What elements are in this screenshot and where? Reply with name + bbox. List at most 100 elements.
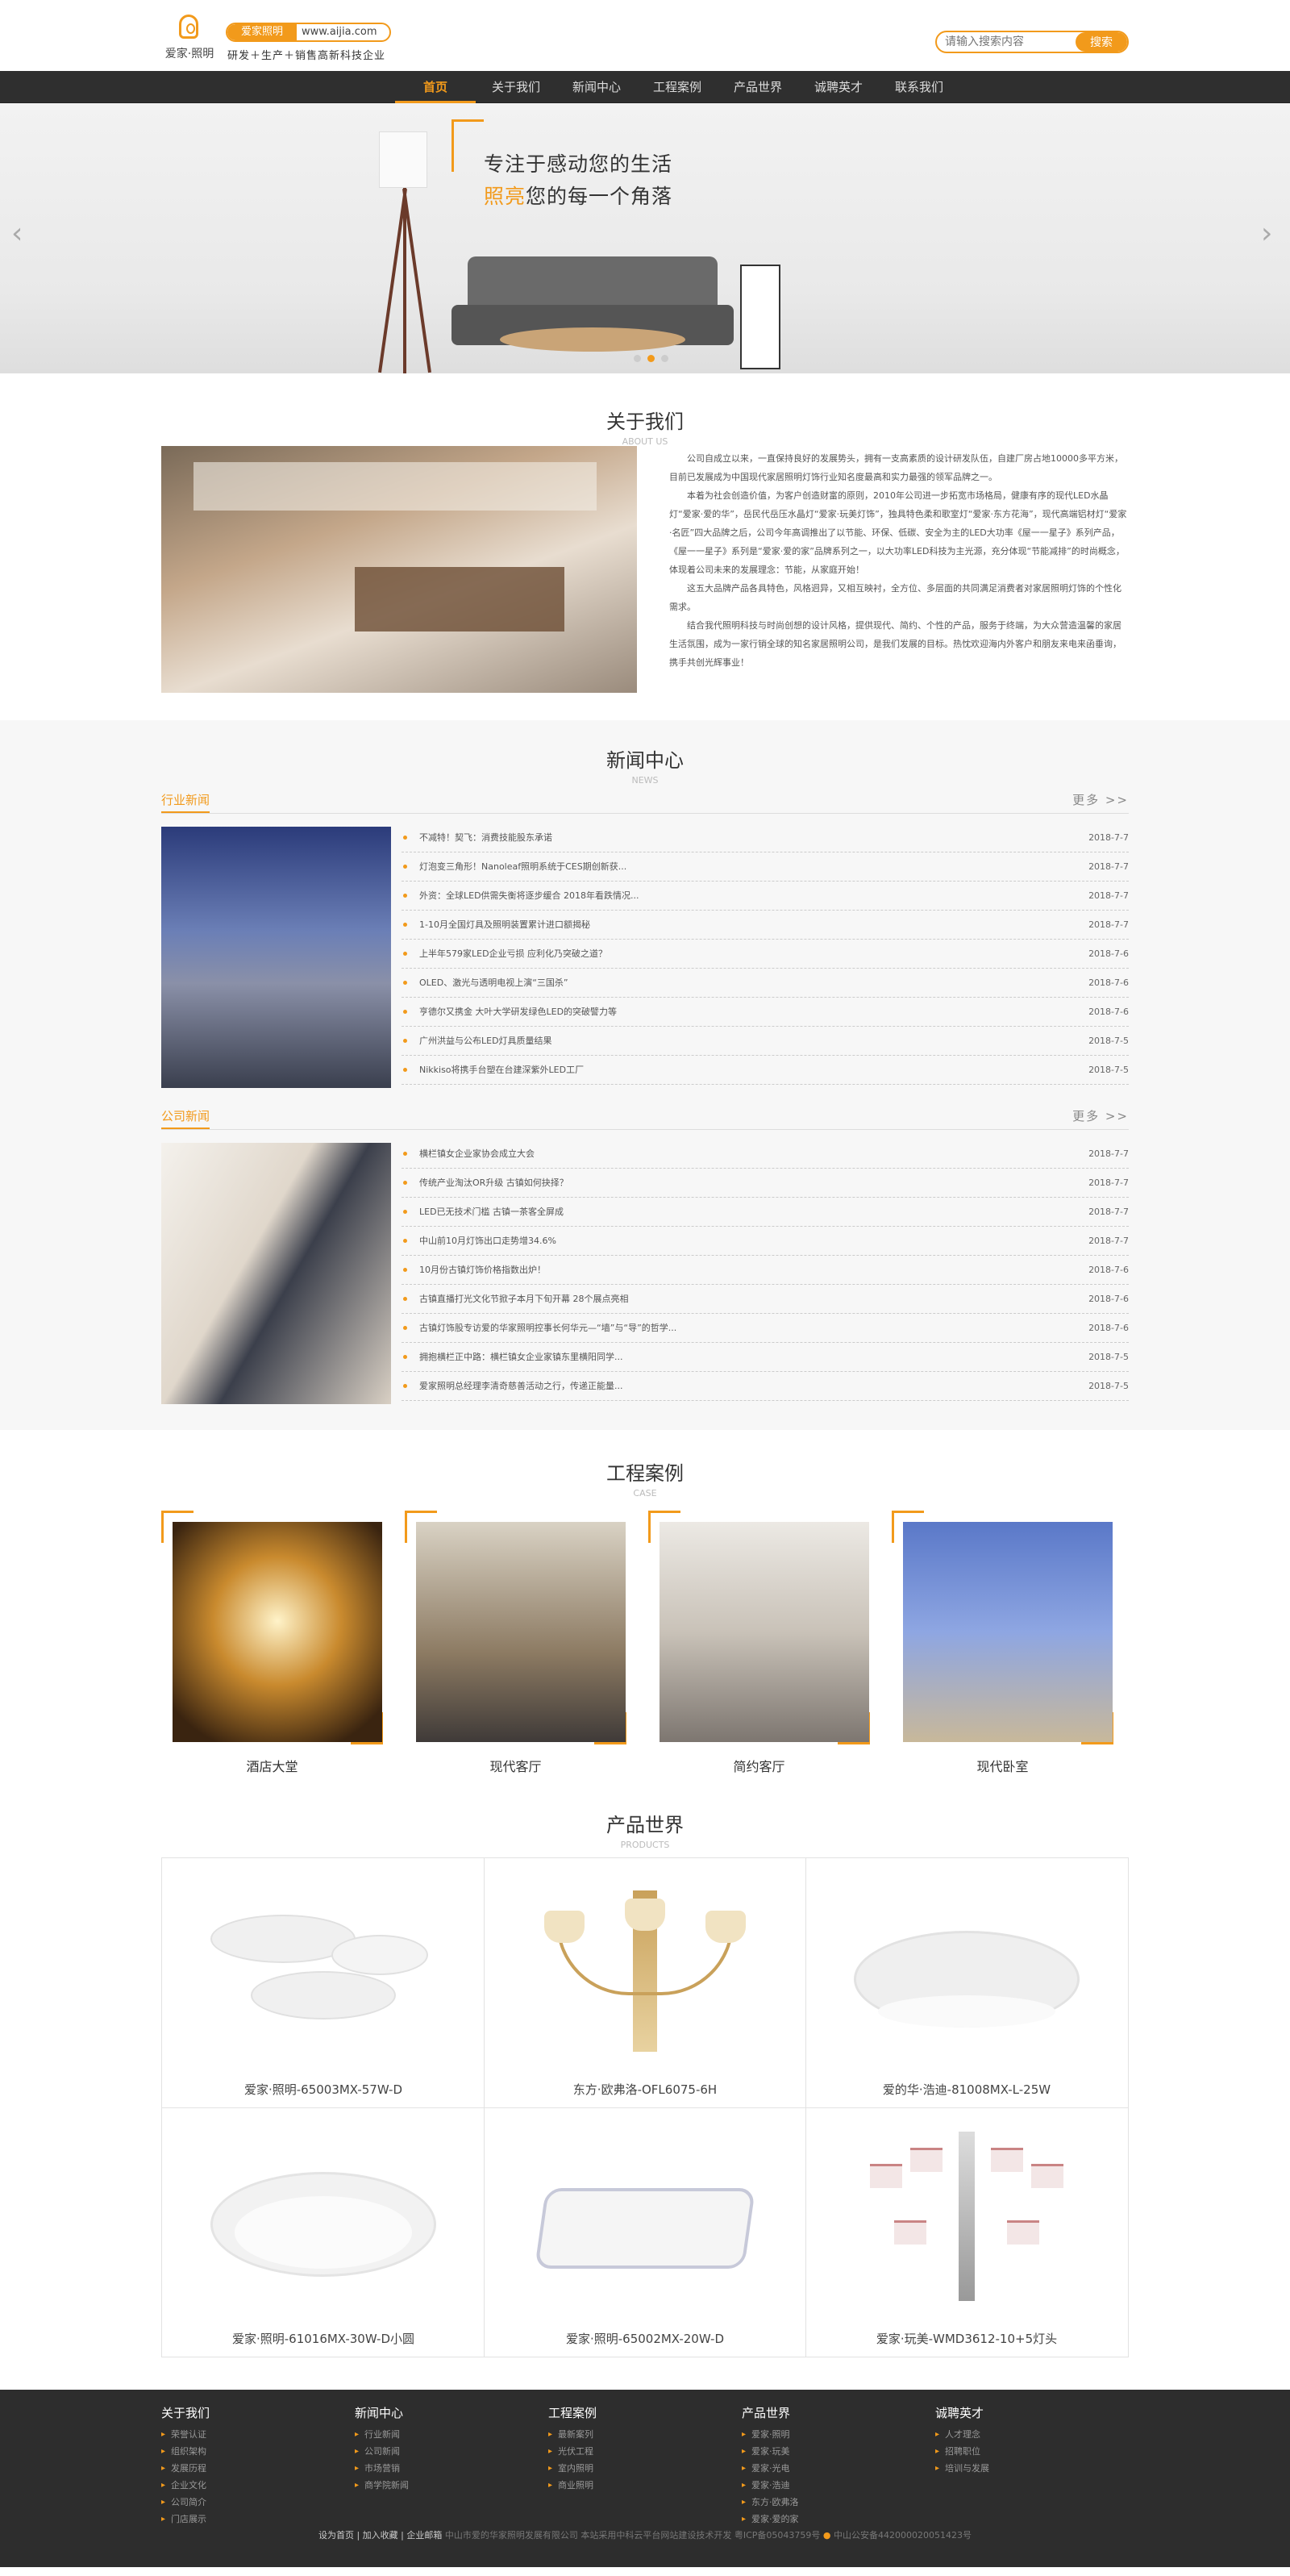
news-date: 2018-7-6 — [1088, 948, 1129, 959]
footer-column-title[interactable]: 新闻中心 — [355, 2404, 516, 2421]
news-item[interactable]: LED已无技术门槛 古镇一茶客全屏成 2018-7-7 — [402, 1198, 1129, 1227]
company-news-list: 横栏镇女企业家协会成立大会 2018-7-7 传统产业淘汰OR升级 古镇如何抉择？ 2… — [402, 1140, 1129, 1401]
footer-column-title[interactable]: 产品世界 — [742, 2404, 903, 2421]
news-item[interactable]: OLED、激光与透明电视上演“三国杀” 2018-7-6 — [402, 969, 1129, 998]
tab-industry-news[interactable]: 行业新闻 — [161, 791, 210, 813]
square-ceiling-light-image — [524, 2132, 766, 2317]
news-item[interactable]: 不减特！契飞：消费技能股东承诺 2018-7-7 — [402, 823, 1129, 852]
news-item[interactable]: 亨德尔又携金 大叶大学研发绿色LED的突破譬力等 2018-7-6 — [402, 998, 1129, 1027]
footer-link[interactable]: 组织架构 — [161, 2443, 322, 2460]
section-title: 工程案例 — [606, 1462, 684, 1485]
case-caption: 现代客厅 — [489, 1759, 542, 1774]
prev-arrow-icon[interactable]: ‹ — [11, 219, 29, 248]
product-card[interactable]: 爱的华·浩迪-81008MX-L-25W — [805, 1858, 1128, 2108]
news-item[interactable]: 上半年579家LED企业亏损 应利化乃突破之道？ 2018-7-6 — [402, 940, 1129, 969]
footer-link[interactable]: 公司新闻 — [355, 2443, 516, 2460]
search-box: 搜索 — [935, 31, 1129, 53]
footer-link[interactable]: 市场营销 — [355, 2460, 516, 2477]
more-link[interactable]: 更多 >> — [1072, 791, 1129, 808]
product-card[interactable]: 爱家·照明-61016MX-30W-D小圆 — [162, 2107, 485, 2357]
slider-dot[interactable] — [634, 355, 641, 362]
news-item[interactable]: 爱家照明总经理李清奇慈善活动之行，传递正能量... 2018-7-5 — [402, 1372, 1129, 1401]
slider-dot[interactable] — [661, 355, 668, 362]
footer-column-title[interactable]: 诚聘英才 — [935, 2404, 1096, 2421]
footer-link[interactable]: 发展历程 — [161, 2460, 322, 2477]
footer-link[interactable]: 光伏工程 — [548, 2443, 710, 2460]
search-button[interactable]: 搜索 — [1076, 32, 1127, 52]
next-arrow-icon[interactable]: › — [1261, 219, 1279, 248]
footer-link[interactable]: 商学院新闻 — [355, 2477, 516, 2494]
case-card[interactable]: 酒店大堂 — [161, 1511, 383, 1785]
slider-dot-active[interactable] — [647, 355, 655, 362]
footer-link[interactable]: 爱家·照明 — [742, 2426, 903, 2443]
news-heading: 新闻中心 NEWS — [161, 720, 1129, 786]
news-item[interactable]: 10月份古镇灯饰价格指数出炉！ 2018-7-6 — [402, 1256, 1129, 1285]
footer-link[interactable]: 荣誉认证 — [161, 2426, 322, 2443]
footer-link[interactable]: 商业照明 — [548, 2477, 710, 2494]
news-title: Nikkiso将携手台塑在台建深紫外LED工厂 — [419, 1065, 585, 1075]
footer-link[interactable]: 公司简介 — [161, 2494, 322, 2511]
news-item[interactable]: 古镇直播打光文化节掀子本月下旬开幕 28个展点亮相 2018-7-6 — [402, 1285, 1129, 1314]
news-date: 2018-7-7 — [1088, 919, 1129, 930]
news-item[interactable]: 中山前10月灯饰出口走势增34.6% 2018-7-7 — [402, 1227, 1129, 1256]
footer-link[interactable]: 人才理念 — [935, 2426, 1096, 2443]
case-card[interactable]: 现代客厅 — [405, 1511, 626, 1785]
footer-link[interactable]: 门店展示 — [161, 2511, 322, 2528]
product-grid: 爱家·照明-65003MX-57W-D 东方·欧弗洛-OFL6075-6H 爱的… — [161, 1857, 1129, 2357]
product-card[interactable]: 东方·欧弗洛-OFL6075-6H — [484, 1858, 806, 2108]
badge-label: 爱家照明 — [227, 24, 297, 40]
nav-products[interactable]: 产品世界 — [718, 71, 798, 103]
product-card[interactable]: 爱家·照明-65003MX-57W-D — [162, 1858, 485, 2108]
case-card[interactable]: 简约客厅 — [648, 1511, 870, 1785]
nav-contact[interactable]: 联系我们 — [879, 71, 959, 103]
footer-link[interactable]: 爱家·浩迪 — [742, 2477, 903, 2494]
case-photo — [173, 1522, 382, 1742]
footer-link[interactable]: 培训与发展 — [935, 2460, 1096, 2477]
search-input[interactable] — [945, 34, 1074, 50]
footer-column-title[interactable]: 关于我们 — [161, 2404, 322, 2421]
news-item[interactable]: 外资：全球LED供需失衡将逐步缓合 2018年看跌情况... 2018-7-7 — [402, 882, 1129, 911]
footer-link[interactable]: 企业文化 — [161, 2477, 322, 2494]
footer-column-title[interactable]: 工程案例 — [548, 2404, 710, 2421]
footer-link[interactable]: 东方·欧弗洛 — [742, 2494, 903, 2511]
logo[interactable]: 爱家·照明 — [161, 13, 218, 63]
product-card[interactable]: 爱家·照明-65002MX-20W-D — [484, 2107, 806, 2357]
footer-link[interactable]: 爱家·光电 — [742, 2460, 903, 2477]
news-item[interactable]: 1-10月全国灯具及照明装置累计进口额揭秘 2018-7-7 — [402, 911, 1129, 940]
news-item[interactable]: Nikkiso将携手台塑在台建深紫外LED工厂 2018-7-5 — [402, 1056, 1129, 1085]
tab-company-news[interactable]: 公司新闻 — [161, 1107, 210, 1129]
nav-about[interactable]: 关于我们 — [476, 71, 556, 103]
more-link[interactable]: 更多 >> — [1072, 1107, 1129, 1124]
ceiling-light-image — [846, 1882, 1088, 2068]
news-item[interactable]: 拥抱横栏正中路：横栏镇女企业家镇东里横阳同学... 2018-7-5 — [402, 1343, 1129, 1372]
news-item[interactable]: 灯泡变三角形！Nanoleaf照明系统于CES期创新获... 2018-7-7 — [402, 852, 1129, 882]
case-caption: 酒店大堂 — [246, 1759, 298, 1774]
nav-home[interactable]: 首页 — [395, 71, 476, 103]
cases-section: 工程案例 CASE 酒店大堂 现代客厅 简约客厅 现代卧室 — [0, 1430, 1290, 1801]
footer-link[interactable]: 爱家·爱的家 — [742, 2511, 903, 2528]
office-photo — [161, 446, 637, 693]
footer-links[interactable]: 设为首页 | 加入收藏 | 企业邮箱 — [318, 2530, 442, 2541]
footer-link[interactable]: 最新案列 — [548, 2426, 710, 2443]
case-card[interactable]: 现代卧室 — [892, 1511, 1113, 1785]
news-item[interactable]: 横栏镇女企业家协会成立大会 2018-7-7 — [402, 1140, 1129, 1169]
badge-url: www.aijia.com — [302, 26, 377, 38]
news-title: 广州洪益与公布LED灯具质量结果 — [419, 1036, 552, 1046]
nav-news[interactable]: 新闻中心 — [556, 71, 637, 103]
news-title: 外资：全球LED供需失衡将逐步缓合 2018年看跌情况... — [419, 890, 639, 901]
footer-link[interactable]: 室内照明 — [548, 2460, 710, 2477]
round-ceiling-light-image — [202, 2132, 444, 2317]
news-item[interactable]: 古镇灯饰股专访爱的华家照明控事长何华元—“墙”与“导”的哲学... 2018-7-… — [402, 1314, 1129, 1343]
news-date: 2018-7-7 — [1088, 832, 1129, 843]
news-item[interactable]: 传统产业淘汰OR升级 古镇如何抉择？ 2018-7-7 — [402, 1169, 1129, 1198]
footer-link[interactable]: 行业新闻 — [355, 2426, 516, 2443]
nav-jobs[interactable]: 诚聘英才 — [798, 71, 879, 103]
footer-link[interactable]: 招聘职位 — [935, 2443, 1096, 2460]
main-nav: 首页 关于我们 新闻中心 工程案例 产品世界 诚聘英才 联系我们 — [0, 71, 1290, 103]
business-meeting-photo — [161, 1143, 391, 1404]
footer-link[interactable]: 爱家·玩美 — [742, 2443, 903, 2460]
nav-cases[interactable]: 工程案例 — [637, 71, 718, 103]
product-card[interactable]: 爱家·玩美-WMD3612-10+5灯头 — [805, 2107, 1128, 2357]
news-item[interactable]: 广州洪益与公布LED灯具质量结果 2018-7-5 — [402, 1027, 1129, 1056]
news-section: 新闻中心 NEWS 行业新闻 更多 >> 不减特！契飞：消费技能股东承诺 2018-… — [0, 720, 1290, 1430]
